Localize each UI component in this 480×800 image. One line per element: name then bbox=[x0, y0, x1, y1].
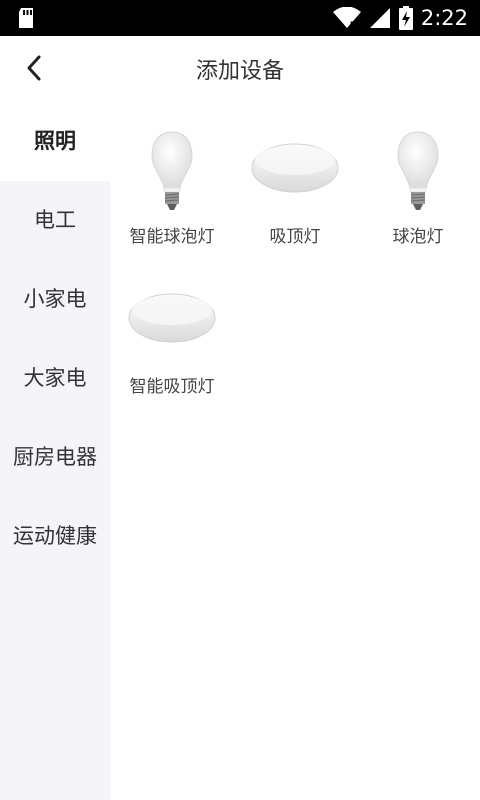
category-electrical[interactable]: 电工 bbox=[0, 181, 110, 260]
device-label: 吸顶灯 bbox=[269, 227, 321, 247]
device-ceiling-light[interactable]: 吸顶灯 bbox=[233, 110, 357, 250]
page-title: 添加设备 bbox=[195, 59, 284, 84]
device-label: 智能球泡灯 bbox=[129, 227, 215, 247]
signal-icon bbox=[369, 8, 390, 28]
category-kitchen-appliances[interactable]: 厨房电器 bbox=[0, 418, 110, 497]
status-time: 2:22 bbox=[420, 6, 468, 30]
device-label: 球泡灯 bbox=[392, 227, 444, 247]
device-smart-bulb[interactable]: 智能球泡灯 bbox=[110, 110, 234, 250]
app-header: 添加设备 bbox=[0, 36, 480, 103]
bulb-icon bbox=[151, 131, 193, 210]
wifi-icon bbox=[332, 7, 361, 29]
category-sports-health[interactable]: 运动健康 bbox=[0, 497, 110, 576]
bulb-icon bbox=[397, 131, 439, 210]
status-bar: 2:22 bbox=[0, 0, 480, 36]
sd-card-icon bbox=[19, 8, 33, 28]
device-grid: 智能球泡灯 吸顶灯 球泡灯 智能吸顶灯 bbox=[110, 102, 480, 800]
category-large-appliances[interactable]: 大家电 bbox=[0, 339, 110, 418]
category-lighting[interactable]: 照明 bbox=[0, 102, 110, 181]
ceiling-light-icon bbox=[128, 293, 216, 343]
ceiling-light-icon bbox=[251, 143, 339, 193]
battery-icon bbox=[398, 6, 413, 30]
device-label: 智能吸顶灯 bbox=[129, 377, 215, 397]
category-small-appliances[interactable]: 小家电 bbox=[0, 260, 110, 339]
device-smart-ceiling-light[interactable]: 智能吸顶灯 bbox=[110, 260, 234, 400]
category-sidebar: 照明 电工 小家电 大家电 厨房电器 运动健康 bbox=[0, 102, 110, 800]
device-bulb[interactable]: 球泡灯 bbox=[356, 110, 480, 250]
